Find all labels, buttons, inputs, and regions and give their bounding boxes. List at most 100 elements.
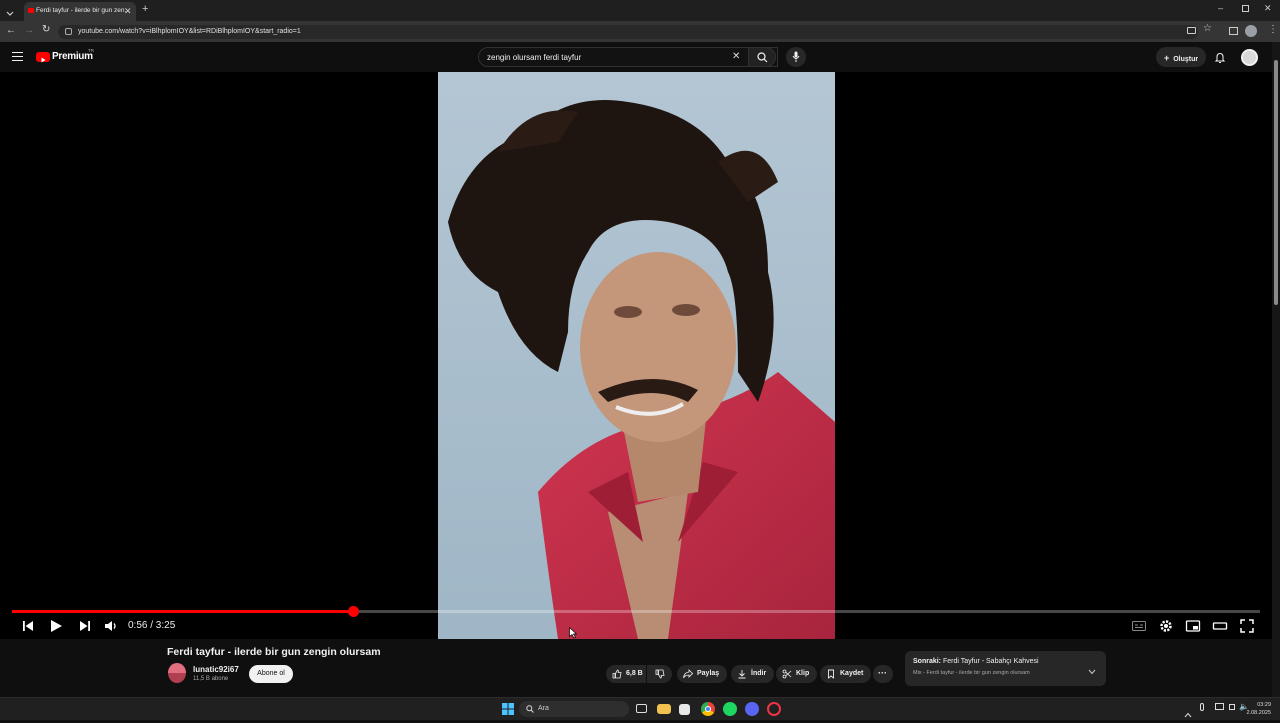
browser-menu-icon[interactable]: ⋮ xyxy=(1268,24,1278,35)
bookmark-star-icon[interactable]: ☆ xyxy=(1203,23,1212,34)
volume-icon[interactable] xyxy=(103,618,119,634)
app-icon[interactable] xyxy=(767,702,781,716)
clip-label: Klip xyxy=(796,670,810,677)
tab-search-icon[interactable] xyxy=(1229,27,1238,35)
browser-tab[interactable]: Ferdi tayfur - ilerde bir gun zen... xyxy=(24,2,136,21)
more-actions-button[interactable]: ··· xyxy=(873,665,893,683)
search-query: zengin olursam ferdi tayfur xyxy=(487,53,582,62)
forward-icon[interactable]: → xyxy=(24,25,34,36)
windows-taskbar: Ara 🔈 03:29 2.08.2025 xyxy=(0,697,1280,720)
time-display: 0:56 / 3:25 xyxy=(128,620,176,631)
more-horizontal-icon: ··· xyxy=(878,668,887,678)
subscriber-count: 11,5 B abone xyxy=(193,676,229,682)
subscribe-button[interactable]: Abone ol xyxy=(249,665,293,683)
search-button[interactable] xyxy=(748,47,776,67)
video-player[interactable]: 0:56 / 3:25 xyxy=(0,72,1272,639)
notifications-bell-icon[interactable] xyxy=(1214,51,1226,69)
tray-overflow-chevron-icon[interactable] xyxy=(1184,705,1192,723)
hamburger-menu-icon[interactable] xyxy=(12,52,23,61)
tab-list-icon[interactable] xyxy=(5,5,15,16)
logo-text: Premium xyxy=(52,51,93,62)
next-icon[interactable] xyxy=(77,618,93,634)
create-button[interactable]: + Oluştur xyxy=(1156,47,1206,67)
fullscreen-icon[interactable] xyxy=(1239,618,1255,634)
taskbar-search-placeholder: Ara xyxy=(538,705,549,712)
video-thumbnail-portrait xyxy=(438,72,835,639)
tab-title: Ferdi tayfur - ilerde bir gun zen... xyxy=(36,7,130,14)
up-next-card[interactable]: Sonraki: Ferdi Tayfur - Sabahçı Kahvesi … xyxy=(905,651,1106,686)
share-button[interactable]: Paylaş xyxy=(677,665,728,683)
discord-icon[interactable] xyxy=(745,702,759,716)
miniplayer-icon[interactable] xyxy=(1185,618,1201,634)
bookmark-icon xyxy=(828,669,834,679)
back-icon[interactable]: ← xyxy=(6,25,16,36)
up-next-label: Sonraki: xyxy=(913,658,942,665)
site-info-icon[interactable] xyxy=(65,28,72,35)
up-next-title: Ferdi Tayfur - Sabahçı Kahvesi xyxy=(942,658,1039,665)
mouse-cursor-icon xyxy=(569,627,577,639)
calendar-app-icon[interactable] xyxy=(679,704,690,715)
channel-avatar[interactable] xyxy=(168,663,186,683)
download-label: İndir xyxy=(751,670,767,677)
chevron-down-icon[interactable] xyxy=(1088,662,1096,680)
task-view-icon[interactable] xyxy=(636,704,647,713)
youtube-header: Premium TR zengin olursam ferdi tayfur ✕… xyxy=(0,42,1272,72)
subtitles-icon[interactable] xyxy=(1131,618,1147,634)
microphone-tray-icon[interactable] xyxy=(1200,703,1204,711)
voice-search-button[interactable] xyxy=(786,47,806,67)
page-scrollbar[interactable] xyxy=(1272,42,1280,697)
save-button[interactable]: Kaydet xyxy=(820,665,872,683)
minimize-icon[interactable]: – xyxy=(1218,3,1223,13)
thumbs-up-icon xyxy=(612,669,622,679)
download-button[interactable]: İndir xyxy=(731,665,775,683)
channel-name[interactable]: lunatic92i67 xyxy=(193,665,239,674)
progress-bar[interactable] xyxy=(12,606,1260,617)
address-bar-row: ← → ↻ youtube.com/watch?v=iBlhplomIOY&li… xyxy=(0,21,1280,42)
file-explorer-icon[interactable] xyxy=(657,704,671,714)
close-window-icon[interactable]: ✕ xyxy=(1264,3,1272,14)
chrome-icon[interactable] xyxy=(701,702,715,716)
region-code: TR xyxy=(88,48,94,53)
dislike-button[interactable] xyxy=(647,665,672,683)
save-label: Kaydet xyxy=(840,670,864,677)
clip-button[interactable]: Klip xyxy=(776,665,818,683)
profile-avatar-icon[interactable] xyxy=(1245,25,1257,37)
display-tray-icon[interactable] xyxy=(1215,703,1224,710)
up-next-title-line: Sonraki: Ferdi Tayfur - Sabahçı Kahvesi xyxy=(913,658,1098,665)
clock-time: 03:29 xyxy=(1257,702,1271,708)
previous-icon[interactable] xyxy=(20,618,36,634)
share-label: Paylaş xyxy=(697,670,720,677)
url-field[interactable]: youtube.com/watch?v=iBlhplomIOY&list=RDi… xyxy=(58,25,1198,39)
new-tab-icon[interactable]: + xyxy=(142,3,148,15)
progress-scrubber-handle[interactable] xyxy=(347,606,359,617)
plus-icon: + xyxy=(1164,53,1170,63)
video-frame[interactable] xyxy=(438,72,835,639)
search-icon xyxy=(757,52,768,63)
spotify-icon[interactable] xyxy=(723,702,737,716)
microphone-icon xyxy=(792,51,800,62)
url-text: youtube.com/watch?v=iBlhplomIOY&list=RDi… xyxy=(78,28,301,35)
play-icon[interactable] xyxy=(48,618,64,634)
scissors-icon xyxy=(782,669,792,679)
clear-search-icon[interactable]: ✕ xyxy=(732,51,740,62)
thumbs-down-icon xyxy=(655,669,665,679)
download-icon xyxy=(738,670,746,679)
scrollbar-thumb[interactable] xyxy=(1274,60,1278,305)
create-label: Oluştur xyxy=(1173,56,1199,63)
network-tray-icon[interactable] xyxy=(1229,704,1235,710)
up-next-subtitle: Mix - Ferdi tayfur - ilerde bir gun zeng… xyxy=(913,670,1030,676)
account-avatar[interactable] xyxy=(1241,49,1258,66)
progress-played xyxy=(12,610,353,613)
cast-icon[interactable] xyxy=(1187,27,1196,34)
clock-date: 2.08.2025 xyxy=(1246,710,1271,716)
restore-icon[interactable] xyxy=(1242,5,1249,12)
settings-gear-icon[interactable] xyxy=(1158,618,1174,634)
close-tab-icon[interactable]: ✕ xyxy=(124,6,132,17)
theater-mode-icon[interactable] xyxy=(1212,618,1228,634)
browser-tab-bar: Ferdi tayfur - ilerde bir gun zen... ✕ +… xyxy=(0,0,1280,21)
like-button[interactable]: 6,8 B xyxy=(606,665,646,683)
windows-start-icon[interactable] xyxy=(501,702,515,716)
taskbar-search[interactable]: Ara xyxy=(519,701,629,717)
reload-icon[interactable]: ↻ xyxy=(42,24,50,35)
taskbar-clock[interactable]: 03:29 2.08.2025 xyxy=(1243,701,1271,717)
